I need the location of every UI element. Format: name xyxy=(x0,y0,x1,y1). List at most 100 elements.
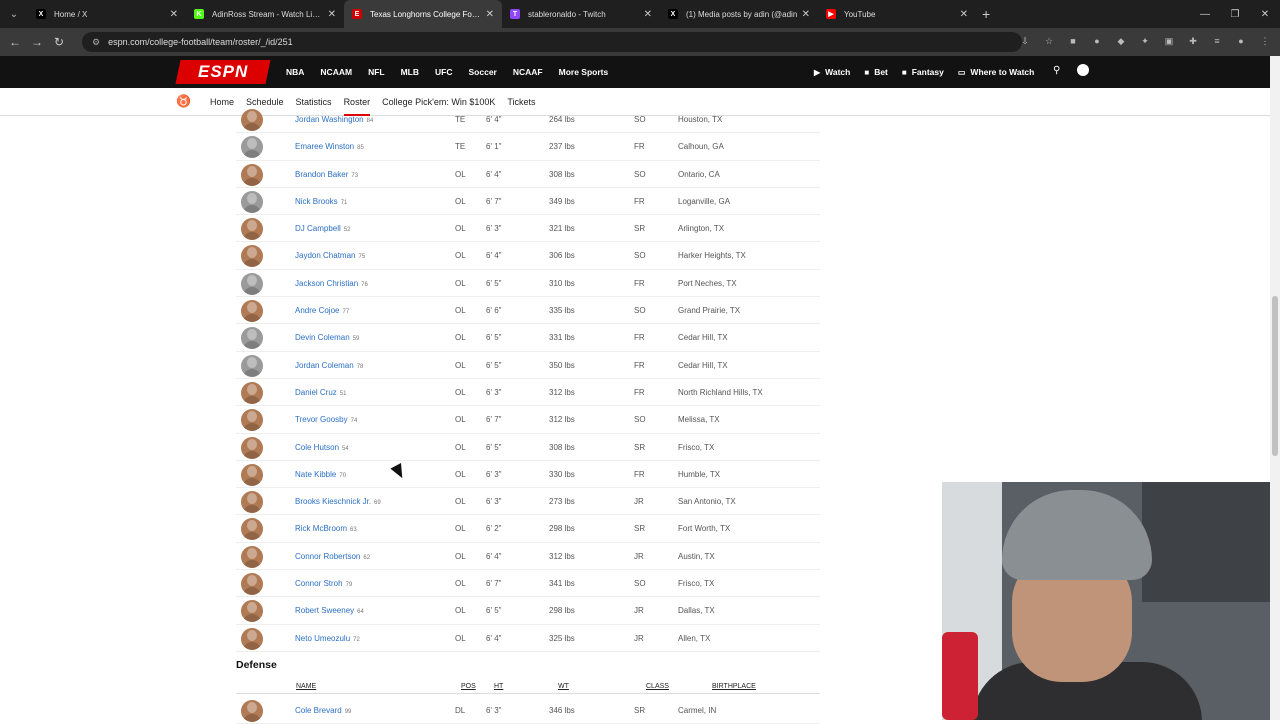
install-icon[interactable]: ⇩ xyxy=(1018,34,1032,48)
player-headshot[interactable] xyxy=(241,245,263,268)
player-headshot[interactable] xyxy=(241,109,263,131)
header-pos[interactable]: POS xyxy=(461,683,476,690)
player-name-link[interactable]: Connor Robertson 62 xyxy=(295,552,370,561)
sport-nav-item[interactable]: NFL xyxy=(360,67,393,77)
header-class[interactable]: CLASS xyxy=(646,683,669,690)
browser-tab[interactable]: X (1) Media posts by adin (@adin ✕ xyxy=(660,0,818,28)
browser-tab[interactable]: E Texas Longhorns College Footb ✕ xyxy=(344,0,502,28)
tab-search-icon[interactable]: ⌄ xyxy=(0,0,28,28)
player-name-link[interactable]: Trevor Goosby 74 xyxy=(295,415,357,424)
player-headshot[interactable] xyxy=(241,300,263,323)
tab-close-icon[interactable]: ✕ xyxy=(170,9,178,20)
site-info-icon[interactable]: ⚙ xyxy=(92,37,100,48)
player-name-link[interactable]: Neto Umeozulu 72 xyxy=(295,634,360,643)
player-name-link[interactable]: Emaree Winston 85 xyxy=(295,142,364,151)
minimize-icon[interactable]: — xyxy=(1190,0,1220,28)
player-name-link[interactable]: Andre Cojoe 77 xyxy=(295,306,349,315)
sport-nav-item[interactable]: MLB xyxy=(393,67,427,77)
player-name-link[interactable]: Devin Coleman 59 xyxy=(295,333,359,342)
player-headshot[interactable] xyxy=(241,381,263,404)
sport-nav-item[interactable]: NCAAM xyxy=(312,67,360,77)
player-headshot[interactable] xyxy=(241,700,263,722)
player-headshot[interactable] xyxy=(241,600,263,623)
sport-nav-item[interactable]: NBA xyxy=(278,67,312,77)
sport-nav-item[interactable]: More Sports xyxy=(551,67,617,77)
player-name-link[interactable]: Brooks Kieschnick Jr. 69 xyxy=(295,497,381,506)
player-headshot[interactable] xyxy=(241,436,263,459)
espn-logo[interactable]: ESPN xyxy=(175,60,271,84)
player-headshot[interactable] xyxy=(241,327,263,350)
player-name-link[interactable]: Jackson Christian 76 xyxy=(295,279,368,288)
extension-icon[interactable]: ◆ xyxy=(1114,34,1128,48)
tab-close-icon[interactable]: ✕ xyxy=(960,9,968,20)
sport-nav-item[interactable]: NCAAF xyxy=(505,67,551,77)
tab-close-icon[interactable]: ✕ xyxy=(802,9,810,20)
extension-icon[interactable]: ▣ xyxy=(1162,34,1176,48)
extension-icon[interactable]: ■ xyxy=(1066,34,1080,48)
header-name[interactable]: NAME xyxy=(296,683,316,690)
player-name-link[interactable]: Cole Hutson 54 xyxy=(295,443,349,452)
menu-icon[interactable]: ⋮ xyxy=(1258,34,1272,48)
restore-icon[interactable]: ❐ xyxy=(1220,0,1250,28)
player-headshot[interactable] xyxy=(241,163,263,186)
sport-nav-item[interactable]: UFC xyxy=(427,67,460,77)
browser-tab[interactable]: Tstableronaldo - Twitch ✕ xyxy=(502,0,660,28)
new-tab-button[interactable]: + xyxy=(982,6,990,22)
reload-icon[interactable]: ↻ xyxy=(48,35,70,49)
player-name-link[interactable]: Rick McBroom 63 xyxy=(295,524,357,533)
player-name-link[interactable]: Connor Stroh 79 xyxy=(295,579,352,588)
player-name-link[interactable]: Robert Sweeney 64 xyxy=(295,606,364,615)
extensions-puzzle-icon[interactable]: ✚ xyxy=(1186,34,1200,48)
player-name-link[interactable]: Cole Brevard 99 xyxy=(295,706,351,715)
player-headshot[interactable] xyxy=(241,354,263,377)
player-headshot[interactable] xyxy=(241,463,263,486)
player-headshot[interactable] xyxy=(241,518,263,541)
player-headshot[interactable] xyxy=(241,409,263,432)
sport-nav-item[interactable]: Soccer xyxy=(461,67,505,77)
sidebar-icon[interactable]: ≡ xyxy=(1210,34,1224,48)
player-name-link[interactable]: Daniel Cruz 51 xyxy=(295,388,346,397)
forward-icon[interactable]: → xyxy=(26,35,48,49)
player-name-link[interactable]: Nate Kibble 70 xyxy=(295,470,346,479)
header-action-watch[interactable]: Watch xyxy=(825,67,850,77)
player-headshot[interactable] xyxy=(241,190,263,213)
back-icon[interactable]: ← xyxy=(4,35,26,49)
header-action-where-to-watch[interactable]: Where to Watch xyxy=(970,67,1034,77)
player-headshot[interactable] xyxy=(241,627,263,650)
search-icon[interactable]: ⚲ xyxy=(1053,65,1060,76)
header-birthplace[interactable]: BIRTHPLACE xyxy=(712,683,756,690)
player-name-link[interactable]: Nick Brooks 71 xyxy=(295,197,347,206)
player-headshot[interactable] xyxy=(241,218,263,241)
player-headshot[interactable] xyxy=(241,491,263,514)
address-bar[interactable]: ⚙ espn.com/college-football/team/roster/… xyxy=(82,32,1022,52)
player-headshot[interactable] xyxy=(241,272,263,295)
player-headshot[interactable] xyxy=(241,545,263,568)
player-name-link[interactable]: Jordan Washington 84 xyxy=(295,115,373,124)
longhorns-logo-icon[interactable]: ♉ xyxy=(176,94,191,108)
player-name-link[interactable]: Jaydon Chatman 75 xyxy=(295,251,365,260)
header-action-bet[interactable]: Bet xyxy=(874,67,888,77)
browser-tab[interactable]: K AdinRoss Stream - Watch Live on ✕ xyxy=(186,0,344,28)
tab-close-icon[interactable]: ✕ xyxy=(486,9,494,20)
page-scrollbar[interactable] xyxy=(1270,56,1280,720)
header-wt[interactable]: WT xyxy=(558,683,569,690)
bookmark-star-icon[interactable]: ☆ xyxy=(1042,34,1056,48)
scrollbar-thumb[interactable] xyxy=(1272,296,1278,456)
browser-tab[interactable]: X Home / X ✕ xyxy=(28,0,186,28)
tab-close-icon[interactable]: ✕ xyxy=(328,9,336,20)
player-headshot[interactable] xyxy=(241,573,263,596)
account-icon[interactable] xyxy=(1077,64,1089,76)
player-headshot[interactable] xyxy=(241,136,263,159)
extension-icon[interactable]: ● xyxy=(1090,34,1104,48)
player-name-link[interactable]: Jordan Coleman 78 xyxy=(295,361,363,370)
extension-icon[interactable]: ✦ xyxy=(1138,34,1152,48)
browser-tab[interactable]: ▶ YouTube ✕ xyxy=(818,0,976,28)
tab-close-icon[interactable]: ✕ xyxy=(644,9,652,20)
player-name-link[interactable]: Brandon Baker 73 xyxy=(295,170,358,179)
profile-avatar[interactable]: ● xyxy=(1234,34,1248,48)
close-window-icon[interactable]: ✕ xyxy=(1250,0,1280,28)
header-action-fantasy[interactable]: Fantasy xyxy=(912,67,944,77)
header-ht[interactable]: HT xyxy=(494,683,503,690)
subnav-item[interactable]: Home xyxy=(210,88,234,116)
player-name-link[interactable]: DJ Campbell 52 xyxy=(295,224,350,233)
